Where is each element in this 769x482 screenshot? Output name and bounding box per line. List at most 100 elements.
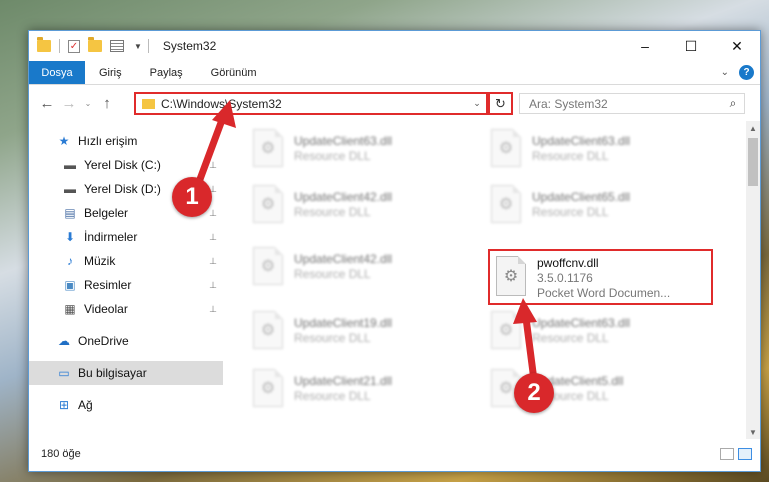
pin-icon[interactable]: ⊥ — [209, 208, 217, 219]
file-name: UpdateClient42.dll — [294, 251, 393, 266]
up-button[interactable]: ↑ — [97, 93, 117, 113]
sidebar-item-label: Videolar — [84, 302, 128, 316]
file-tile[interactable]: ⚙ UpdateClient63.dll Resource DLL — [253, 127, 483, 169]
dll-file-icon: ⚙ — [496, 256, 526, 296]
sidebar-item[interactable]: ▭ Bu bilgisayar — [29, 361, 223, 385]
close-button[interactable]: ✕ — [714, 31, 760, 61]
file-name: UpdateClient63.dll — [532, 315, 631, 330]
sidebar-item[interactable]: ★ Hızlı erişim — [29, 129, 223, 153]
dll-file-icon: ⚙ — [253, 247, 283, 285]
pin-icon[interactable]: ⊥ — [209, 280, 217, 291]
file-name: UpdateClient63.dll — [532, 133, 631, 148]
details-view-icon[interactable] — [720, 448, 734, 460]
sidebar-item-label: OneDrive — [78, 334, 129, 348]
pin-icon[interactable]: ⊥ — [209, 304, 217, 315]
search-input[interactable]: Ara: System32 ⌕ — [519, 93, 745, 114]
folder-icon — [142, 98, 155, 109]
customize-quick-access-icon[interactable]: ▼ — [134, 42, 142, 51]
drive-icon: ▬ — [64, 182, 76, 196]
file-tile[interactable]: ⚙ UpdateClient19.dll Resource DLL — [253, 309, 483, 351]
properties-icon[interactable] — [110, 40, 124, 52]
status-bar: 180 öğe — [29, 437, 760, 471]
scroll-thumb[interactable] — [748, 138, 758, 186]
highlighted-file-tile[interactable]: ⚙ pwoffcnv.dll 3.5.0.1176 Pocket Word Do… — [488, 249, 713, 305]
file-list: ⚙ UpdateClient5.dll Resource DLL ⚙ UpdateCli… — [223, 121, 746, 439]
file-name: UpdateClient42.dll — [294, 189, 393, 204]
help-icon[interactable]: ? — [739, 65, 754, 80]
search-placeholder[interactable]: Ara: System32 — [529, 97, 722, 111]
file-type: Resource DLL — [294, 330, 371, 345]
refresh-button[interactable]: ↻ — [488, 92, 513, 115]
maximize-button[interactable]: ☐ — [668, 31, 714, 61]
new-folder-icon[interactable] — [88, 37, 102, 52]
star-icon: ★ — [58, 134, 70, 148]
sidebar-item-label: Ağ — [78, 398, 93, 412]
dll-file-icon: ⚙ — [253, 369, 283, 407]
divider — [147, 39, 149, 53]
file-description: Pocket Word Documen... — [537, 286, 671, 300]
file-tile[interactable]: ⚙ UpdateClient63.dll Resource DLL — [491, 309, 721, 351]
address-bar[interactable]: C:\Windows\System32 ⌄ — [134, 92, 488, 115]
file-name: UpdateClient63.dll — [294, 133, 393, 148]
vertical-scrollbar[interactable]: ▲ ▼ — [746, 121, 760, 439]
navigation-pane: ★ Hızlı erişim ▬ Yerel Disk (C:) ⊥ ▬ Yerel Dis… — [29, 121, 223, 439]
sidebar-item[interactable]: ♪ Müzik ⊥ — [29, 249, 223, 273]
dll-file-icon: ⚙ — [253, 129, 283, 167]
pin-icon[interactable]: ⊥ — [209, 232, 217, 243]
folder-icon — [37, 37, 51, 52]
file-tile[interactable]: ⚙ UpdateClient63.dll Resource DLL — [491, 127, 721, 169]
sidebar-item-label: Yerel Disk (C:) — [84, 158, 161, 172]
pictures-icon: ▣ — [64, 278, 76, 292]
computer-icon: ▭ — [58, 366, 70, 380]
file-tile[interactable]: ⚙ UpdateClient42.dll Resource DLL — [253, 183, 483, 225]
sidebar-item-label: Yerel Disk (D:) — [84, 182, 161, 196]
tiles-view-icon[interactable] — [738, 448, 752, 460]
recent-locations-button[interactable]: ⌄ — [81, 93, 95, 113]
explorer-body: ★ Hızlı erişim ▬ Yerel Disk (C:) ⊥ ▬ Yerel Dis… — [29, 121, 760, 439]
file-type: Resource DLL — [294, 266, 371, 281]
dll-file-icon: ⚙ — [253, 185, 283, 223]
file-type: Resource DLL — [532, 148, 609, 163]
back-button[interactable]: ← — [37, 93, 57, 113]
file-version: 3.5.0.1176 — [537, 271, 593, 285]
sidebar-item[interactable]: ☁ OneDrive — [29, 329, 223, 353]
sidebar-item[interactable]: ▦ Videolar ⊥ — [29, 297, 223, 321]
address-path[interactable]: C:\Windows\System32 — [161, 97, 468, 111]
sidebar-item[interactable]: ▣ Resimler ⊥ — [29, 273, 223, 297]
sidebar-item[interactable]: ▬ Yerel Disk (C:) ⊥ — [29, 153, 223, 177]
sidebar-item[interactable]: ⬇ İndirmeler ⊥ — [29, 225, 223, 249]
window-title: System32 — [162, 39, 217, 53]
search-icon[interactable]: ⌕ — [722, 96, 744, 111]
divider — [59, 39, 60, 53]
tab-share[interactable]: Paylaş — [136, 61, 197, 84]
cloud-icon: ☁ — [58, 334, 70, 348]
properties-check-icon[interactable]: ✓ — [68, 39, 80, 53]
scroll-up-icon[interactable]: ▲ — [746, 121, 760, 135]
minimize-button[interactable]: – — [622, 31, 668, 61]
tab-view[interactable]: Görünüm — [197, 61, 271, 84]
navigation-bar: ← → ⌄ ↑ C:\Windows\System32 ⌄ ↻ Ara: Sys… — [29, 85, 760, 121]
documents-icon: ▤ — [64, 206, 76, 220]
file-type: Resource DLL — [294, 388, 371, 403]
file-tile[interactable]: ⚙ UpdateClient42.dll Resource DLL — [253, 245, 483, 287]
tab-home[interactable]: Giriş — [85, 61, 136, 84]
sidebar-item-label: Belgeler — [84, 206, 129, 220]
videos-icon: ▦ — [64, 302, 76, 316]
file-tile[interactable]: ⚙ UpdateClient65.dll Resource DLL — [491, 183, 721, 225]
sidebar-item-label: Bu bilgisayar — [78, 366, 147, 380]
file-name: UpdateClient21.dll — [294, 373, 393, 388]
item-count: 180 öğe — [41, 448, 81, 460]
pin-icon[interactable]: ⊥ — [209, 160, 217, 171]
dll-file-icon: ⚙ — [491, 311, 521, 349]
dll-file-icon: ⚙ — [491, 129, 521, 167]
address-dropdown-icon[interactable]: ⌄ — [468, 98, 486, 109]
tab-file[interactable]: Dosya — [29, 61, 85, 84]
dll-file-icon: ⚙ — [491, 185, 521, 223]
music-icon: ♪ — [67, 254, 73, 268]
network-icon: ⊞ — [58, 398, 70, 412]
forward-button[interactable]: → — [59, 93, 79, 113]
sidebar-item[interactable]: ⊞ Ağ — [29, 393, 223, 417]
pin-icon[interactable]: ⊥ — [209, 256, 217, 267]
expand-ribbon-icon[interactable]: ⌄ — [721, 67, 729, 78]
file-tile[interactable]: ⚙ UpdateClient21.dll Resource DLL — [253, 367, 483, 409]
